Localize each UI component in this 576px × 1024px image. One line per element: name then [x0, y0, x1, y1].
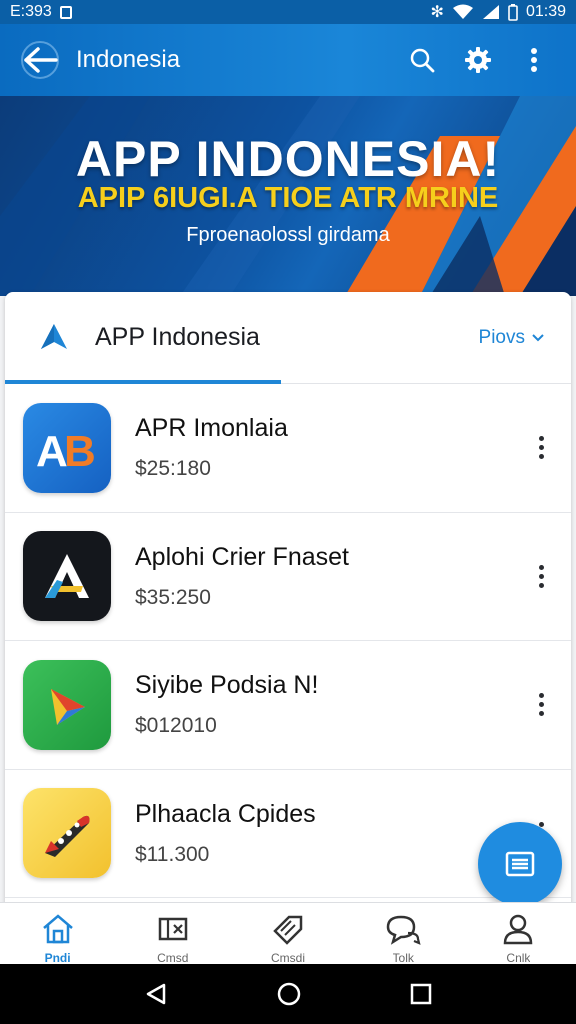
nav-item-tag[interactable]: Cmsdi — [230, 903, 345, 964]
banner-subheadline: APIP 6IUGI.A TIOE ATR MRINE — [77, 182, 499, 214]
app-price: $11.300 — [135, 842, 210, 866]
app-bar-title: Indonesia — [76, 46, 181, 73]
ticket-icon — [158, 917, 188, 941]
app-name: Siyibe Podsia N! — [135, 671, 319, 700]
settings-button[interactable] — [450, 32, 506, 88]
chat-icon — [386, 915, 421, 945]
nav-label: Cnlk — [506, 951, 531, 963]
row-more-button[interactable] — [527, 428, 555, 468]
svg-text:B: B — [64, 427, 96, 476]
app-list-card: APP Indonesia Piovs A B APR Imonlaia $25… — [5, 292, 571, 912]
status-time-right: 01:39 — [525, 3, 566, 20]
app-bar: Indonesia — [0, 24, 576, 96]
signal-icon — [482, 5, 499, 19]
list-item[interactable]: A B APR Imonlaia $25:180 — [5, 384, 571, 513]
more-options-button[interactable] — [506, 32, 562, 88]
nav-item-profile[interactable]: Cnlk — [461, 903, 576, 964]
gear-icon — [465, 47, 491, 73]
back-triangle-icon[interactable] — [144, 982, 168, 1006]
nav-label: Cmsd — [157, 951, 189, 963]
more-dropdown[interactable]: Piovs — [479, 327, 545, 349]
nav-label: Tolk — [392, 951, 414, 963]
app-logo-icon — [41, 323, 67, 349]
nav-item-home[interactable]: Pndi — [0, 903, 115, 964]
wifi-icon — [452, 4, 473, 19]
tag-icon — [273, 915, 303, 945]
nav-item-ticket[interactable]: Cmsd — [115, 903, 230, 964]
list-item[interactable]: Aplohi Crier Fnaset $35:250 — [5, 513, 571, 641]
status-bar: E:393 ✻ 01:39 — [0, 0, 576, 24]
a-app-icon — [23, 531, 111, 622]
rocket-app-icon — [23, 788, 111, 879]
app-price: $25:180 — [135, 457, 211, 481]
floating-action-button[interactable] — [478, 822, 562, 906]
more-vert-icon — [531, 48, 537, 72]
bluetooth-icon: ✻ — [430, 4, 444, 21]
tab-indicator — [5, 380, 281, 384]
row-more-button[interactable] — [527, 556, 555, 596]
back-arrow-icon — [21, 41, 59, 79]
battery-icon — [508, 3, 518, 21]
app-name: Plhaacla Cpides — [135, 799, 316, 828]
app-price: $35:250 — [135, 585, 211, 609]
card-title: APP Indonesia — [95, 323, 260, 351]
svg-text:A: A — [36, 427, 68, 476]
row-more-button[interactable] — [527, 685, 555, 725]
chevron-down-icon — [532, 333, 544, 341]
person-icon — [504, 914, 533, 945]
app-name: APR Imonlaia — [135, 414, 288, 443]
search-icon — [410, 48, 435, 73]
back-button[interactable] — [14, 34, 66, 86]
system-navigation-bar — [0, 964, 576, 1024]
app-price: $012010 — [135, 714, 217, 738]
banner-headline: APP INDONESIA! — [75, 131, 501, 187]
home-circle-icon[interactable] — [276, 981, 302, 1007]
card-header: APP Indonesia Piovs — [5, 292, 571, 384]
notification-icon — [59, 5, 72, 19]
promo-banner[interactable]: APP INDONESIA! APIP 6IUGI.A TIOE ATR MRI… — [0, 96, 576, 296]
ab-app-icon: A B — [23, 402, 111, 493]
search-button[interactable] — [394, 32, 450, 88]
app-name: Aplohi Crier Fnaset — [135, 542, 349, 571]
list-icon — [505, 851, 535, 877]
list-item[interactable]: Siyibe Podsia N! $012010 — [5, 641, 571, 770]
play-triangle-app-icon — [23, 659, 111, 750]
bottom-navigation: Pndi Cmsd Cmsdi Tolk Cnlk — [0, 902, 576, 964]
recents-square-icon[interactable] — [410, 983, 432, 1005]
nav-label: Pndi — [44, 951, 71, 963]
nav-label: Cmsdi — [271, 951, 306, 963]
nav-item-chat[interactable]: Tolk — [346, 903, 461, 964]
more-dropdown-label: Piovs — [478, 326, 525, 348]
status-time-left: E:393 — [10, 3, 52, 20]
banner-tagline: Fproenaolossl girdama — [186, 224, 390, 246]
home-icon — [42, 914, 73, 944]
